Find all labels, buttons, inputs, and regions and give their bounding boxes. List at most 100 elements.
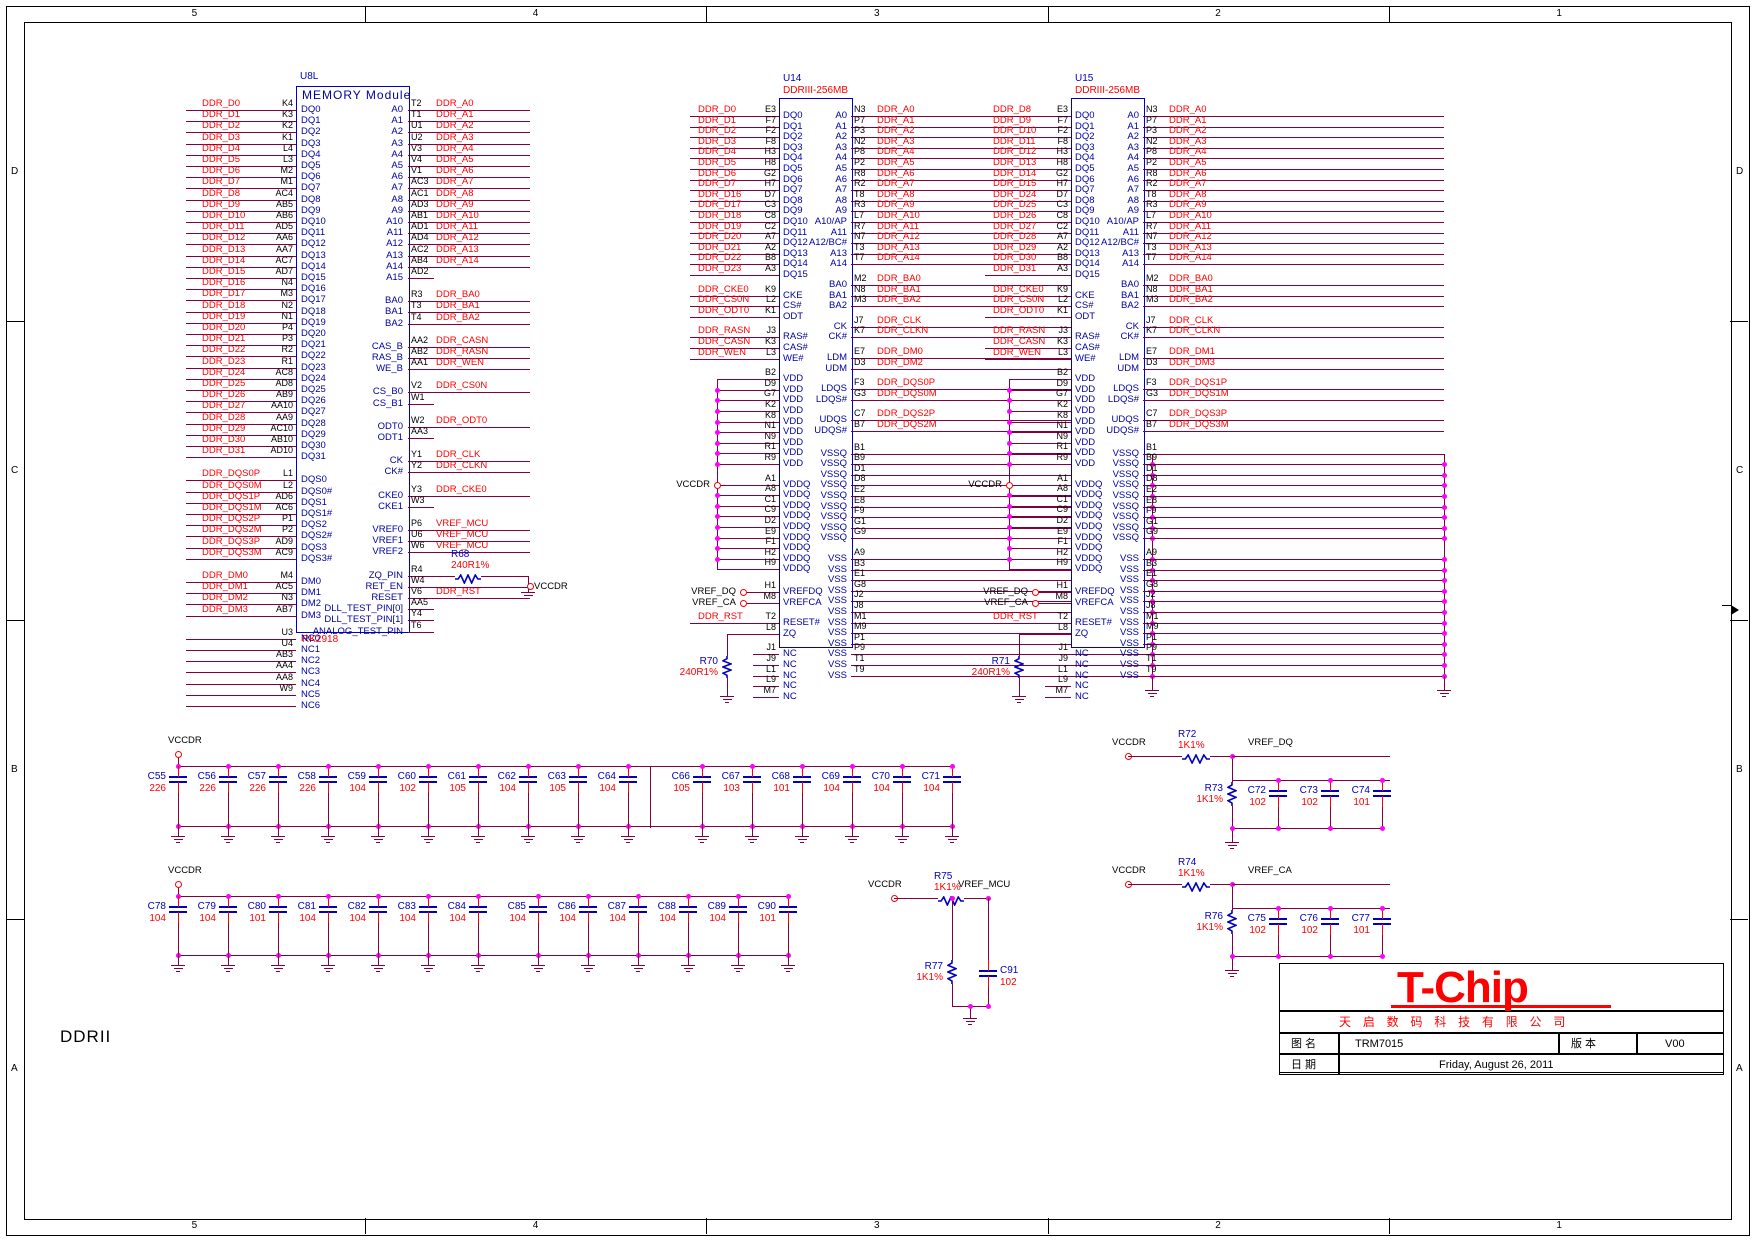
cap-val: 104 — [149, 913, 166, 924]
pin-number: P2 — [1146, 157, 1158, 167]
net-port[interactable] — [174, 880, 182, 888]
pin-number: R1 — [1056, 441, 1068, 451]
cap-lower-lead — [428, 793, 429, 826]
cap-val: 104 — [609, 913, 626, 924]
cap-val: 104 — [709, 913, 726, 924]
pin-number: AB6 — [275, 210, 293, 220]
pin-number: K7 — [854, 325, 866, 335]
net-label: DDR_D3 — [202, 132, 241, 143]
resistor[interactable] — [1182, 879, 1210, 893]
pin-number: K4 — [281, 98, 293, 108]
pin-number: B7 — [854, 419, 866, 429]
pin-name: VSS — [827, 627, 847, 638]
gnd-drop — [528, 826, 529, 836]
pin-number: J2 — [854, 589, 864, 599]
resistor[interactable] — [720, 656, 734, 678]
pin-number: W9 — [279, 683, 294, 693]
resistor[interactable] — [455, 571, 481, 585]
pin-number: G2 — [1055, 168, 1068, 178]
pin-number: A1 — [1056, 473, 1068, 483]
gnd-drop — [752, 826, 753, 836]
pin-name: VSSQ — [1112, 532, 1139, 543]
gnd-drop-2 — [228, 955, 229, 965]
res-ref: R74 — [1178, 857, 1197, 868]
cap-lead — [628, 782, 629, 793]
u15-zq-v2 — [1019, 678, 1020, 696]
cap-lead — [688, 912, 689, 923]
pin-number: T3 — [411, 300, 422, 310]
pin-number: J8 — [1146, 600, 1156, 610]
pin-name: A10 — [386, 216, 403, 227]
resistor[interactable] — [1225, 910, 1239, 934]
net-port[interactable] — [1005, 481, 1013, 489]
pin-number: M7 — [1055, 685, 1068, 695]
pin-name: DQ25 — [301, 384, 326, 395]
resistor[interactable] — [1225, 782, 1239, 806]
gnd-drop — [228, 826, 229, 836]
net-label: DDR_D29 — [202, 423, 246, 434]
net-label: DDR_D8 — [202, 188, 241, 199]
pin-name: RESET# — [1075, 617, 1112, 628]
net-label: DDR_BA2 — [436, 312, 480, 323]
pin-name: A4 — [835, 152, 847, 163]
pin-name: NC2 — [301, 655, 321, 666]
pin-name: A5 — [835, 163, 847, 174]
u15-left-wire — [985, 359, 1071, 360]
junction-dot — [1442, 473, 1447, 478]
cap-ref: C64 — [597, 771, 616, 782]
net-port[interactable] — [174, 750, 182, 758]
net-label: DDR_D10 — [202, 210, 246, 221]
cap-lead — [178, 782, 179, 793]
pin-number: AA7 — [275, 244, 293, 254]
net-port[interactable] — [1031, 588, 1039, 596]
resistor[interactable] — [1182, 751, 1210, 765]
pin-name: DQ22 — [301, 350, 326, 361]
rail-top-2 — [178, 896, 788, 897]
pin-name: DQ27 — [301, 406, 326, 417]
net-port[interactable] — [526, 583, 534, 591]
net-port[interactable] — [713, 481, 721, 489]
cap-val: 104 — [823, 783, 840, 794]
pin-number: A8 — [1056, 483, 1068, 493]
cap-lower-lead — [528, 793, 529, 826]
u8l-right-stub — [408, 404, 434, 405]
res-ref: R76 — [1204, 911, 1223, 922]
junction-dot — [1442, 578, 1447, 583]
pin-number: C1 — [1056, 494, 1068, 504]
resistor[interactable] — [945, 960, 959, 984]
net-label: DDR_D23 — [698, 263, 742, 274]
vrefca-cap-lead — [1278, 935, 1279, 956]
vrefca-node-v — [1232, 884, 1233, 910]
net-label: DDR_D5 — [202, 154, 241, 165]
pin-number: AC8 — [275, 367, 293, 377]
junction-dot — [1442, 483, 1447, 488]
pin-name: DQ23 — [301, 362, 326, 373]
cap-val: 101 — [759, 913, 776, 924]
junction-dot — [800, 764, 805, 769]
gnd-drop-2 — [328, 955, 329, 965]
pin-name: VDDQ — [783, 510, 811, 521]
net-port[interactable] — [1031, 599, 1039, 607]
pin-number: C8 — [764, 210, 776, 220]
pin-number: AA10 — [270, 400, 293, 410]
pin-name: A0 — [835, 110, 847, 121]
net-port[interactable] — [739, 588, 747, 596]
junction-dot — [476, 894, 481, 899]
junction-dot — [1328, 954, 1333, 959]
net-port[interactable] — [739, 599, 747, 607]
net-label: VREF_MCU — [436, 518, 489, 529]
vrefdq-top — [1128, 756, 1182, 757]
vrefca-cap-top — [1232, 908, 1390, 909]
vrefmcu-net-label: VREF_MCU — [958, 879, 1011, 890]
net-label: DDR_BA1 — [436, 300, 480, 311]
cap-lead — [178, 912, 179, 923]
pin-number: AD1 — [411, 221, 429, 231]
zone-tick — [1047, 1218, 1049, 1234]
cap-lead — [178, 766, 179, 777]
resistor[interactable] — [1012, 656, 1026, 678]
cap-ref: C62 — [497, 771, 516, 782]
net-label: DDR_A6 — [436, 165, 474, 176]
pin-number: R1 — [281, 356, 293, 366]
net-label: DDR_DQS2P — [877, 408, 936, 419]
pin-name: VDD — [1075, 426, 1096, 437]
